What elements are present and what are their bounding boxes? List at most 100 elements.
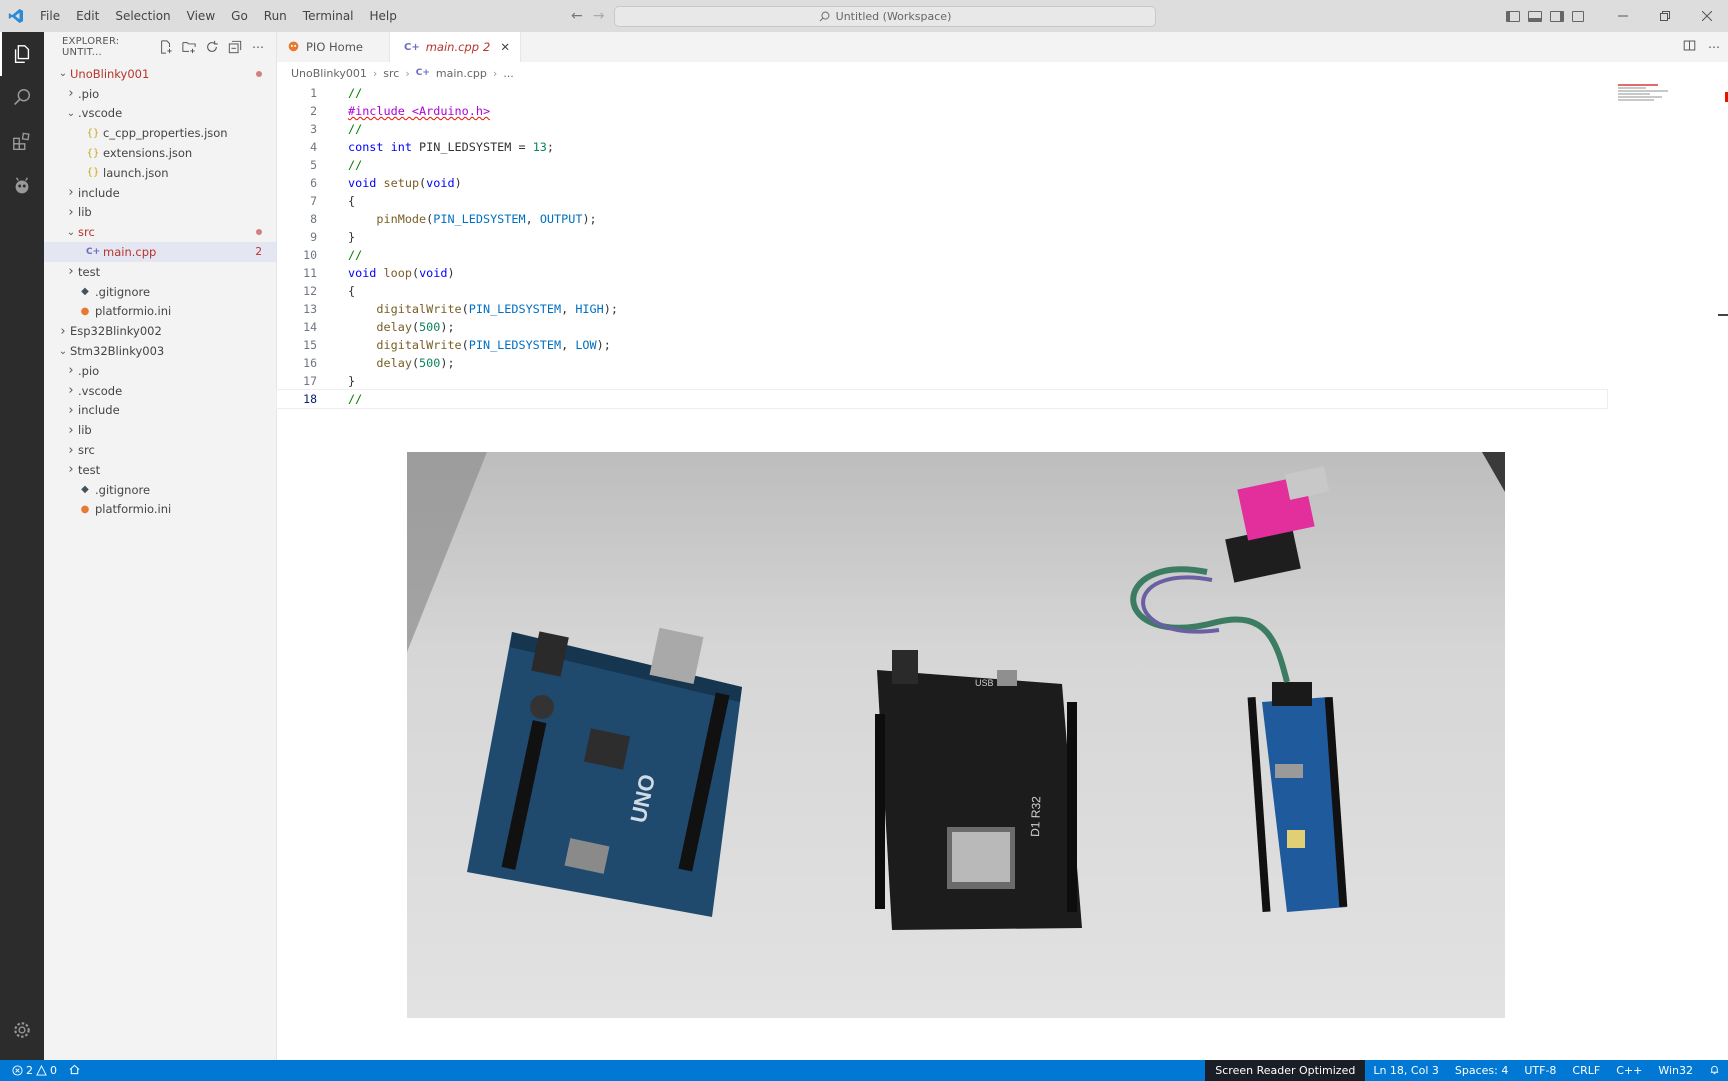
code-line[interactable]: 8 pinMode(PIN_LEDSYSTEM, OUTPUT); [277, 210, 1607, 228]
refresh-icon[interactable] [204, 39, 220, 55]
json-file-icon: {} [86, 167, 100, 179]
code-line[interactable]: 7{ [277, 192, 1607, 210]
video-overlay-photo: UNO USB D1 R32 [407, 452, 1505, 1018]
collapse-all-icon[interactable] [227, 39, 243, 55]
breadcrumb-symbol[interactable]: ... [503, 67, 514, 80]
menu-view[interactable]: View [179, 0, 223, 32]
tree-item[interactable]: › .pio [44, 361, 276, 381]
tree-item[interactable]: ⌄ .vscode [44, 104, 276, 124]
code-line[interactable]: 15 digitalWrite(PIN_LEDSYSTEM, LOW); [277, 336, 1607, 354]
tree-item[interactable]: ● platformio.ini [44, 500, 276, 520]
code-line[interactable]: 6 void setup(void) [277, 174, 1607, 192]
platformio-icon[interactable] [0, 164, 44, 208]
code-line[interactable]: 17} [277, 372, 1607, 390]
search-icon [819, 11, 830, 22]
menu-edit[interactable]: Edit [68, 0, 107, 32]
tree-item[interactable]: {} launch.json [44, 163, 276, 183]
more-actions-icon[interactable]: ⋯ [250, 39, 266, 55]
code-line[interactable]: 9} [277, 228, 1607, 246]
tree-item[interactable]: › test [44, 460, 276, 480]
breadcrumb-folder[interactable]: UnoBlinky001 [291, 67, 367, 80]
tree-item[interactable]: C+ main.cpp 2 [44, 242, 276, 262]
tree-item[interactable]: › include [44, 401, 276, 421]
code-line[interactable]: 2 #include <Arduino.h> [277, 102, 1607, 120]
problems-indicator[interactable]: 2 0 [12, 1064, 57, 1077]
tree-item[interactable]: › Esp32Blinky002 [44, 321, 276, 341]
code-line[interactable]: 13 digitalWrite(PIN_LEDSYSTEM, HIGH); [277, 300, 1607, 318]
tree-item[interactable]: › .vscode [44, 381, 276, 401]
restore-button[interactable] [1644, 0, 1686, 32]
tree-item[interactable]: › lib [44, 203, 276, 223]
code-text: delay(500); [376, 356, 455, 370]
tree-item-label: Esp32Blinky002 [70, 324, 162, 339]
menu-help[interactable]: Help [362, 0, 405, 32]
tree-item[interactable]: › include [44, 183, 276, 203]
tree-item-label: c_cpp_properties.json [103, 126, 228, 141]
code-line[interactable]: 3 // [277, 120, 1607, 138]
tab-main-cpp[interactable]: C+ main.cpp 2 ✕ [390, 32, 521, 62]
language-mode[interactable]: C++ [1608, 1064, 1650, 1077]
warning-icon [36, 1065, 47, 1076]
tree-item[interactable]: ◆ .gitignore [44, 480, 276, 500]
breadcrumb-file[interactable]: main.cpp [436, 67, 487, 80]
code-text: // [348, 392, 363, 406]
encoding[interactable]: UTF-8 [1516, 1064, 1564, 1077]
new-file-icon[interactable] [158, 39, 174, 55]
tree-item[interactable]: › src [44, 440, 276, 460]
platformio-home-icon[interactable] [69, 1064, 80, 1078]
platform-config[interactable]: Win32 [1650, 1064, 1701, 1077]
code-line[interactable]: 5 // [277, 156, 1607, 174]
search-icon[interactable] [0, 76, 44, 120]
minimize-button[interactable] [1602, 0, 1644, 32]
code-line[interactable]: 18 // [276, 389, 1608, 409]
command-center[interactable]: Untitled (Workspace) [614, 6, 1156, 27]
tree-item[interactable]: ⌄ Stm32Blinky003 [44, 341, 276, 361]
notifications-bell-icon[interactable] [1701, 1064, 1728, 1078]
close-window-button[interactable] [1686, 0, 1728, 32]
tree-item[interactable]: ● platformio.ini [44, 302, 276, 322]
code-line[interactable]: 1 // [277, 84, 1607, 102]
code-line[interactable]: 12 { [277, 282, 1607, 300]
cpp-file-icon: C+ [404, 41, 420, 53]
tree-item[interactable]: ⌄ src [44, 222, 276, 242]
tree-item[interactable]: ⌄ UnoBlinky001 [44, 64, 276, 84]
code-line[interactable]: 4 const int PIN_LEDSYSTEM = 13; [277, 138, 1607, 156]
end-of-line[interactable]: CRLF [1564, 1064, 1608, 1077]
line-number: 8 [310, 212, 317, 226]
menu-selection[interactable]: Selection [107, 0, 178, 32]
new-folder-icon[interactable] [181, 39, 197, 55]
forward-arrow-icon[interactable]: → [593, 8, 605, 24]
extensions-icon[interactable] [0, 120, 44, 164]
back-arrow-icon[interactable]: ← [571, 8, 583, 24]
toggle-panel-icon[interactable] [1528, 10, 1542, 22]
code-line[interactable]: 11 void loop(void) [277, 264, 1607, 282]
tree-item[interactable]: › lib [44, 420, 276, 440]
menu-terminal[interactable]: Terminal [295, 0, 362, 32]
explorer-icon[interactable] [0, 32, 44, 76]
gear-icon[interactable] [0, 1008, 44, 1052]
more-actions-icon[interactable]: ⋯ [1708, 40, 1720, 54]
tree-item[interactable]: › .pio [44, 84, 276, 104]
split-editor-icon[interactable] [1683, 39, 1696, 55]
explorer-title: EXPLORER: UNTIT... [62, 36, 120, 58]
breadcrumb-src[interactable]: src [383, 67, 399, 80]
code-line[interactable]: 10 // [277, 246, 1607, 264]
menu-go[interactable]: Go [223, 0, 256, 32]
indentation[interactable]: Spaces: 4 [1447, 1064, 1516, 1077]
cursor-position[interactable]: Ln 18, Col 3 [1365, 1064, 1447, 1077]
code-line[interactable]: 16 delay(500); [277, 354, 1607, 372]
customize-layout-icon[interactable] [1572, 10, 1584, 22]
toggle-secondary-sidebar-icon[interactable] [1550, 10, 1564, 22]
menu-file[interactable]: File [32, 0, 68, 32]
toggle-primary-sidebar-icon[interactable] [1506, 10, 1520, 22]
tree-item[interactable]: {} extensions.json [44, 143, 276, 163]
menu-run[interactable]: Run [256, 0, 295, 32]
screen-reader-mode[interactable]: Screen Reader Optimized [1205, 1060, 1366, 1081]
code-line[interactable]: 14 delay(500); [277, 318, 1607, 336]
tree-item[interactable]: › test [44, 262, 276, 282]
close-tab-icon[interactable]: ✕ [500, 40, 510, 54]
tree-item[interactable]: {} c_cpp_properties.json [44, 123, 276, 143]
tree-item[interactable]: ◆ .gitignore [44, 282, 276, 302]
minimap[interactable] [1618, 84, 1718, 114]
tab-pio-home[interactable]: PIO Home [277, 32, 390, 62]
